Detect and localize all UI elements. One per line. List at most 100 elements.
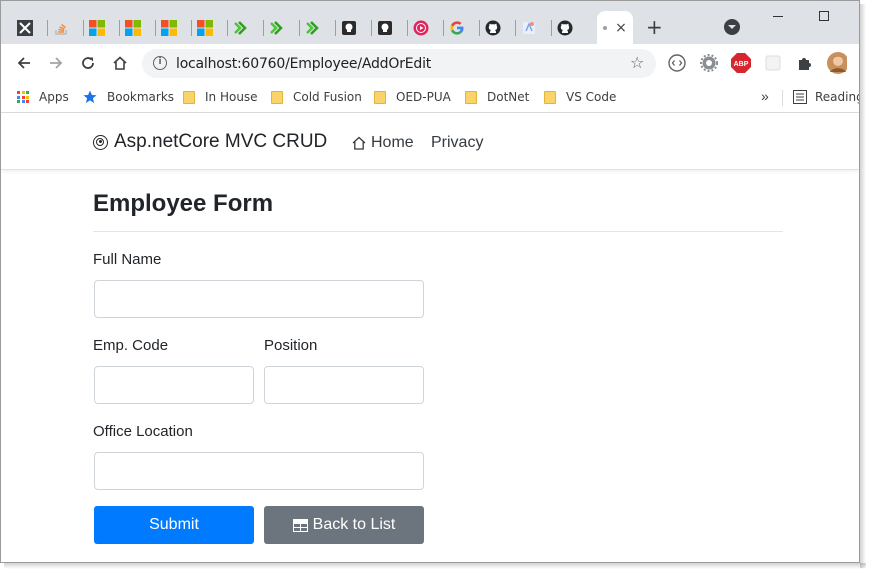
tab[interactable] [547, 11, 583, 44]
apps-grid-icon [17, 91, 29, 103]
green-arrow-icon [233, 20, 249, 36]
full-name-label: Full Name [93, 251, 162, 268]
tab[interactable] [43, 11, 79, 44]
microsoft-icon [161, 19, 177, 36]
bookmark-folder[interactable]: DotNet [465, 88, 529, 106]
extension-code-icon[interactable] [667, 53, 687, 73]
tab[interactable] [187, 11, 223, 44]
github-icon [485, 20, 501, 36]
navbar-brand[interactable]: Asp.netCore MVC CRUD [93, 131, 327, 153]
folder-icon [183, 90, 195, 104]
target-icon [93, 134, 108, 150]
back-button[interactable] [13, 52, 35, 74]
title-divider [93, 231, 783, 232]
submit-button[interactable]: Submit [94, 506, 254, 544]
active-tab[interactable]: × [597, 11, 633, 44]
window-shadow [860, 4, 866, 568]
nav-privacy-link[interactable]: Privacy [431, 134, 483, 152]
bookmark-apps[interactable]: Apps [17, 88, 69, 106]
close-tab-icon[interactable]: × [615, 20, 627, 36]
info-icon[interactable]: i [153, 56, 167, 70]
bookmark-folder[interactable]: VS Code [544, 88, 616, 106]
back-to-list-button[interactable]: Back to List [264, 506, 424, 544]
office-location-label: Office Location [93, 423, 193, 440]
browser-window: × + i localhost:60760/Employee/AddOrEdit… [0, 0, 860, 563]
nav-privacy-label: Privacy [431, 134, 484, 151]
bookmark-folder[interactable]: In House [183, 88, 258, 106]
profile-avatar[interactable] [827, 52, 847, 74]
tab[interactable] [223, 11, 259, 44]
adblock-icon[interactable]: ABP [731, 53, 751, 73]
reading-list-icon [793, 90, 807, 104]
tab[interactable] [439, 11, 475, 44]
position-label: Position [264, 337, 318, 354]
tab[interactable] [367, 11, 403, 44]
tab[interactable] [295, 11, 331, 44]
reload-icon [82, 57, 94, 69]
bookmark-label: VS Code [566, 90, 617, 104]
tab[interactable] [475, 11, 511, 44]
extension-blank-icon[interactable] [763, 53, 783, 73]
bookmarks-overflow-button[interactable]: » [761, 88, 769, 104]
position-input[interactable] [264, 366, 424, 404]
home-button[interactable] [109, 52, 131, 74]
arrow-left-icon [17, 57, 30, 69]
bookmark-star-icon[interactable]: ☆ [630, 53, 644, 72]
full-name-input[interactable] [94, 280, 424, 318]
submit-label: Submit [149, 516, 199, 533]
maximize-button[interactable] [801, 1, 847, 31]
tab[interactable] [403, 11, 439, 44]
arrow-right-icon [50, 57, 63, 69]
google-icon [449, 20, 465, 36]
svg-text:ABP: ABP [734, 61, 749, 68]
x-square-icon [17, 19, 33, 36]
nav-home-link[interactable]: Home [352, 134, 414, 152]
reload-button[interactable] [77, 52, 99, 74]
tab[interactable] [79, 11, 115, 44]
address-bar[interactable]: i localhost:60760/Employee/AddOrEdit ☆ [142, 49, 656, 78]
star-icon [83, 90, 97, 103]
blue-app-icon [521, 20, 537, 36]
page-title: Employee Form [93, 190, 274, 217]
address-url: localhost:60760/Employee/AddOrEdit [176, 56, 432, 72]
bookmark-folder[interactable]: Cold Fusion [271, 88, 362, 106]
office-location-input[interactable] [94, 452, 424, 490]
bookmark-folder[interactable]: OED-PUA [374, 88, 451, 106]
bookmarks-bar: Apps Bookmarks In House Cold Fusion OED-… [1, 82, 859, 113]
tab[interactable] [511, 11, 547, 44]
tab-search-icon[interactable] [724, 19, 740, 35]
reading-list-button[interactable]: Reading [793, 88, 860, 106]
tab[interactable] [151, 11, 187, 44]
minimize-button[interactable] [755, 1, 801, 31]
app-navbar: Asp.netCore MVC CRUD Home Privacy [1, 113, 859, 170]
tab[interactable] [7, 11, 43, 44]
extensions-puzzle-icon[interactable] [795, 53, 815, 73]
bookmark-bookmarks[interactable]: Bookmarks [83, 88, 174, 106]
emp-code-label: Emp. Code [93, 337, 169, 354]
bookmark-label: Apps [39, 90, 69, 104]
folder-icon [544, 90, 556, 104]
tab-strip: × + [1, 1, 859, 44]
folder-icon [374, 90, 386, 104]
minimize-icon [773, 15, 783, 17]
tab[interactable] [115, 11, 151, 44]
forward-button[interactable] [45, 52, 67, 74]
house-icon [352, 136, 366, 150]
table-icon [292, 518, 308, 532]
bookmark-label: DotNet [487, 90, 530, 104]
emp-code-input[interactable] [94, 366, 254, 404]
brand-label: Asp.netCore MVC CRUD [114, 131, 328, 152]
tab[interactable] [331, 11, 367, 44]
bookmark-label: In House [205, 90, 258, 104]
tab[interactable] [259, 11, 295, 44]
green-arrow-icon [305, 20, 321, 36]
red-play-icon [413, 20, 429, 36]
browser-toolbar: i localhost:60760/Employee/AddOrEdit ☆ A… [1, 44, 859, 82]
bookmarks-separator [782, 90, 783, 106]
loading-icon [603, 25, 608, 30]
home-icon [113, 56, 127, 70]
page-content: Asp.netCore MVC CRUD Home Privacy Employ… [1, 113, 859, 562]
reading-list-label: Reading [815, 90, 860, 104]
new-tab-button[interactable]: + [646, 17, 663, 37]
extension-gear-icon[interactable] [699, 53, 719, 73]
